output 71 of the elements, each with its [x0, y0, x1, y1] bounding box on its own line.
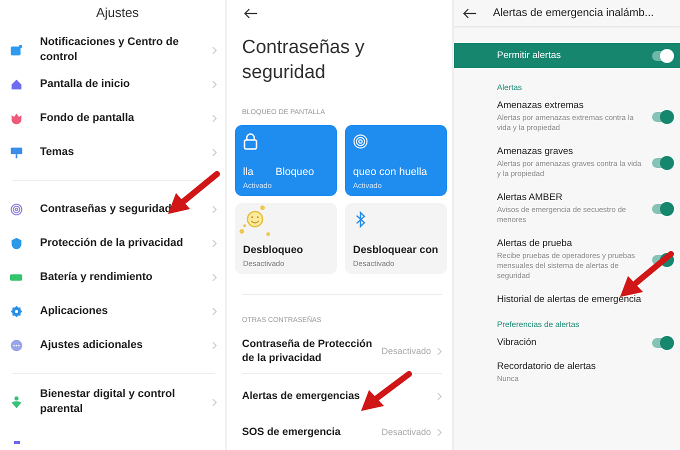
switch-label: Permitir alertas [497, 50, 561, 61]
screen-title: Ajustes [95, 4, 140, 22]
row-label: Alertas de emergencias [242, 389, 361, 403]
card-title: queo con huella [353, 166, 428, 178]
settings-item[interactable]: Batería y rendimiento [10, 260, 225, 294]
settings-item[interactable]: Fondo de pantalla [10, 101, 225, 135]
toggle-switch[interactable] [652, 158, 672, 168]
padlock-icon [243, 133, 258, 150]
page-title: Contraseñas y seguridad [242, 36, 366, 85]
settings-item[interactable]: Ajustes adicionales [10, 328, 225, 362]
setting-title[interactable]: Alertas de prueba [497, 238, 642, 249]
settings-item[interactable]: Aplicaciones [10, 294, 225, 328]
setting-title[interactable]: Historial de alertas de emergencia [497, 294, 662, 305]
partial-icon [14, 441, 20, 444]
chevron-right-icon [212, 46, 217, 54]
chevron-right-icon [437, 428, 442, 436]
card-title: Desbloqueo [243, 244, 304, 256]
settings-item[interactable]: Contraseñas y seguridad [10, 192, 225, 226]
settings-item-label: Batería y rendimiento [40, 270, 154, 284]
row-value: Desactivado [381, 427, 431, 437]
row-label: Contraseña de Protección de la privacidad [242, 337, 374, 365]
setting-title[interactable]: Amenazas graves [497, 146, 642, 157]
chevron-right-icon [212, 238, 217, 248]
arrow-drawing [361, 371, 412, 411]
settings-item-label: Notificaciones y Centro de control [40, 35, 180, 65]
card-title: lla [243, 166, 254, 178]
chevron-right-icon [437, 392, 442, 400]
screen-title: Alertas de emergencia inalámb... [493, 7, 654, 19]
setting-title[interactable]: Amenazas extremas [497, 100, 642, 111]
setting-title[interactable]: Alertas AMBER [497, 192, 642, 203]
chevron-right-icon [437, 346, 442, 356]
row-value: Desactivado [381, 346, 431, 356]
toggle-switch[interactable] [652, 338, 672, 348]
settings-item[interactable]: Temas [10, 135, 225, 169]
card-title: Bloqueo [276, 166, 314, 178]
master-switch-bar[interactable]: Permitir alertas [454, 43, 680, 68]
chevron-right-icon [212, 80, 217, 88]
chevron-right-icon [212, 114, 217, 122]
back-arrow-icon[interactable] [463, 8, 477, 18]
row-label: SOS de emergencia [242, 425, 342, 439]
settings-item-label: Temas [40, 144, 76, 160]
chevron-right-icon [212, 306, 217, 316]
settings-row[interactable]: SOS de emergencia Desactivado [235, 414, 442, 450]
settings-item-label: Contraseñas y seguridad [40, 202, 172, 216]
settings-item-label: Aplicaciones [40, 304, 109, 318]
chevron-right-icon [212, 204, 217, 214]
settings-item-label: Ajustes adicionales [40, 338, 144, 352]
smiley-face-icon [239, 205, 271, 237]
toggle-switch[interactable] [652, 204, 672, 214]
settings-item[interactable]: Notificaciones y Centro de control [10, 33, 225, 67]
chevron-right-icon [212, 148, 217, 156]
settings-item[interactable]: Pantalla de inicio [10, 67, 225, 101]
settings-row[interactable]: Alertas de emergencias [235, 378, 442, 414]
section-header: Preferencias de alertas [497, 320, 580, 329]
chevron-right-icon [212, 272, 217, 282]
toggle-switch[interactable] [652, 112, 672, 122]
fingerprint-icon [353, 133, 368, 150]
settings-item-label: Protección de la privacidad [40, 236, 184, 250]
settings-item-label: Bienestar digital y control parental [40, 387, 176, 417]
settings-item[interactable]: Protección de la privacidad [10, 226, 225, 260]
card-title: Desbloquear con [353, 244, 438, 256]
chevron-right-icon [212, 398, 217, 406]
section-header: Alertas [497, 83, 523, 92]
chevron-right-icon [212, 340, 217, 350]
settings-item[interactable]: Bienestar digital y control parental [10, 385, 225, 419]
setting-title[interactable]: Vibración [497, 337, 642, 348]
back-arrow-icon[interactable] [244, 8, 258, 19]
toggle-switch[interactable] [652, 50, 672, 60]
settings-item-label: Fondo de pantalla [40, 110, 136, 126]
settings-item-label: Pantalla de inicio [40, 76, 131, 92]
setting-title[interactable]: Recordatorio de alertas [497, 361, 662, 372]
